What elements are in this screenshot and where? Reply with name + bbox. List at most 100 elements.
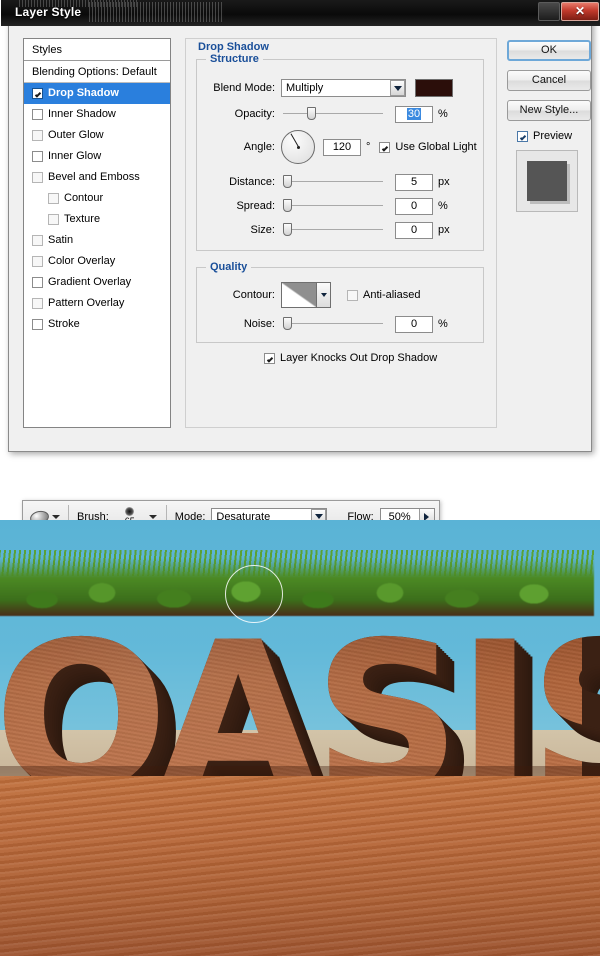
ok-button[interactable]: OK bbox=[507, 40, 591, 61]
noise-unit: % bbox=[438, 318, 448, 330]
titlebar-watermark bbox=[89, 2, 224, 22]
style-row-gradient-overlay[interactable]: Gradient Overlay bbox=[24, 272, 170, 293]
anti-aliased-row[interactable]: Anti-aliased bbox=[347, 289, 420, 301]
style-checkbox[interactable] bbox=[32, 277, 43, 288]
style-checkbox[interactable] bbox=[32, 172, 43, 183]
grass-layer bbox=[0, 558, 594, 616]
noise-input[interactable]: 0 bbox=[395, 315, 433, 333]
chevron-down-icon[interactable] bbox=[390, 80, 405, 96]
angle-label: Angle: bbox=[243, 141, 275, 153]
style-checkbox[interactable] bbox=[48, 193, 59, 204]
style-row-label: Inner Shadow bbox=[48, 108, 116, 120]
use-global-light-checkbox[interactable] bbox=[379, 141, 391, 153]
contour-picker[interactable] bbox=[281, 282, 331, 308]
dialog-titlebar[interactable]: Layer Style ✕ bbox=[1, 0, 600, 26]
opacity-slider[interactable] bbox=[283, 107, 383, 121]
style-checkbox[interactable] bbox=[32, 88, 43, 99]
anti-aliased-label: Anti-aliased bbox=[363, 289, 421, 301]
size-slider[interactable] bbox=[283, 223, 383, 237]
opacity-slider-thumb[interactable] bbox=[307, 107, 316, 120]
style-row-label: Gradient Overlay bbox=[48, 276, 132, 288]
noise-slider-thumb[interactable] bbox=[283, 317, 292, 330]
section-title-drop-shadow: Drop Shadow bbox=[198, 41, 269, 53]
style-row-inner-glow[interactable]: Inner Glow bbox=[24, 146, 170, 167]
style-checkbox[interactable] bbox=[48, 214, 59, 225]
close-button[interactable]: ✕ bbox=[561, 2, 599, 21]
style-row-bevel-and-emboss[interactable]: Bevel and Emboss bbox=[24, 167, 170, 188]
distance-label: Distance: bbox=[229, 176, 275, 188]
sand-dunes bbox=[0, 776, 600, 956]
distance-slider-track bbox=[283, 181, 383, 182]
opacity-input[interactable]: 30 bbox=[395, 105, 433, 123]
style-row-inner-shadow[interactable]: Inner Shadow bbox=[24, 104, 170, 125]
style-row-label: Texture bbox=[64, 213, 101, 225]
style-checkbox[interactable] bbox=[32, 319, 43, 330]
style-row-label: Satin bbox=[48, 234, 74, 246]
style-row-label: Pattern Overlay bbox=[48, 297, 125, 309]
style-checkbox[interactable] bbox=[32, 130, 43, 141]
style-row-color-overlay[interactable]: Color Overlay bbox=[24, 251, 170, 272]
structure-fieldset: Structure Blend Mode: Multiply Opacity: … bbox=[196, 53, 484, 251]
spread-unit: % bbox=[438, 200, 448, 212]
contour-dropdown-arrow-icon[interactable] bbox=[317, 282, 331, 308]
minimize-button[interactable] bbox=[538, 2, 560, 21]
quality-fieldset: Quality Contour: Anti-aliased Noise: 0 % bbox=[196, 261, 484, 343]
brush-tip-icon bbox=[125, 507, 135, 516]
angle-dial-center-dot bbox=[296, 145, 300, 149]
spread-input[interactable]: 0 bbox=[395, 197, 433, 215]
opacity-unit: % bbox=[438, 108, 448, 120]
layer-style-dialog: Layer Style ✕ Styles Blending Options: D… bbox=[1, 0, 600, 452]
style-checkbox[interactable] bbox=[32, 151, 43, 162]
size-input[interactable]: 0 bbox=[395, 221, 433, 239]
style-checkbox[interactable] bbox=[32, 109, 43, 120]
preview-checkbox[interactable] bbox=[517, 130, 528, 142]
new-style-button[interactable]: New Style... bbox=[507, 100, 591, 121]
style-row-texture[interactable]: Texture bbox=[24, 209, 170, 230]
size-slider-thumb[interactable] bbox=[283, 223, 292, 236]
anti-aliased-checkbox[interactable] bbox=[347, 289, 358, 301]
distance-unit: px bbox=[438, 176, 450, 188]
style-row-label: Outer Glow bbox=[48, 129, 104, 141]
style-checkbox[interactable] bbox=[32, 235, 43, 246]
style-row-stroke[interactable]: Stroke bbox=[24, 314, 170, 335]
angle-dial[interactable] bbox=[281, 130, 315, 164]
spread-slider-track bbox=[283, 205, 383, 206]
size-unit: px bbox=[438, 224, 450, 236]
angle-dial-needle bbox=[290, 133, 299, 147]
distance-slider[interactable] bbox=[283, 175, 383, 189]
distance-slider-thumb[interactable] bbox=[283, 175, 292, 188]
contour-ramp-icon bbox=[282, 283, 316, 307]
noise-slider[interactable] bbox=[283, 317, 383, 331]
noise-slider-track bbox=[283, 323, 383, 324]
brush-cursor-circle bbox=[225, 565, 283, 623]
style-row-drop-shadow[interactable]: Drop Shadow bbox=[24, 83, 170, 104]
spread-slider-thumb[interactable] bbox=[283, 199, 292, 212]
preview-thumbnail bbox=[516, 150, 578, 212]
style-checkbox[interactable] bbox=[32, 298, 43, 309]
cancel-button[interactable]: Cancel bbox=[507, 70, 591, 91]
shadow-color-swatch[interactable] bbox=[415, 79, 453, 97]
contour-thumbnail[interactable] bbox=[281, 282, 317, 308]
style-row-pattern-overlay[interactable]: Pattern Overlay bbox=[24, 293, 170, 314]
style-row-contour[interactable]: Contour bbox=[24, 188, 170, 209]
styles-list: Styles Blending Options: Default Drop Sh… bbox=[23, 38, 171, 428]
layer-knocks-out-row[interactable]: Layer Knocks Out Drop Shadow bbox=[264, 352, 437, 364]
blend-mode-select[interactable]: Multiply bbox=[281, 79, 406, 97]
size-label: Size: bbox=[250, 224, 275, 236]
style-row-label: Stroke bbox=[48, 318, 80, 330]
distance-input[interactable]: 5 bbox=[395, 173, 433, 191]
style-checkbox[interactable] bbox=[32, 256, 43, 267]
layer-knocks-out-checkbox[interactable] bbox=[264, 352, 275, 364]
opacity-value: 30 bbox=[406, 107, 422, 120]
drop-shadow-settings-panel: Drop Shadow Structure Blend Mode: Multip… bbox=[185, 38, 497, 428]
style-row-outer-glow[interactable]: Outer Glow bbox=[24, 125, 170, 146]
styles-header[interactable]: Styles bbox=[24, 39, 170, 61]
angle-input[interactable]: 120 bbox=[323, 138, 361, 156]
preview-toggle-row[interactable]: Preview bbox=[517, 130, 587, 142]
document-canvas[interactable]: OASIS OASIS bbox=[0, 520, 600, 956]
spread-slider[interactable] bbox=[283, 199, 383, 213]
size-slider-track bbox=[283, 229, 383, 230]
blending-options-row[interactable]: Blending Options: Default bbox=[24, 61, 170, 83]
style-row-satin[interactable]: Satin bbox=[24, 230, 170, 251]
use-global-light-row[interactable]: Use Global Light bbox=[379, 141, 477, 153]
